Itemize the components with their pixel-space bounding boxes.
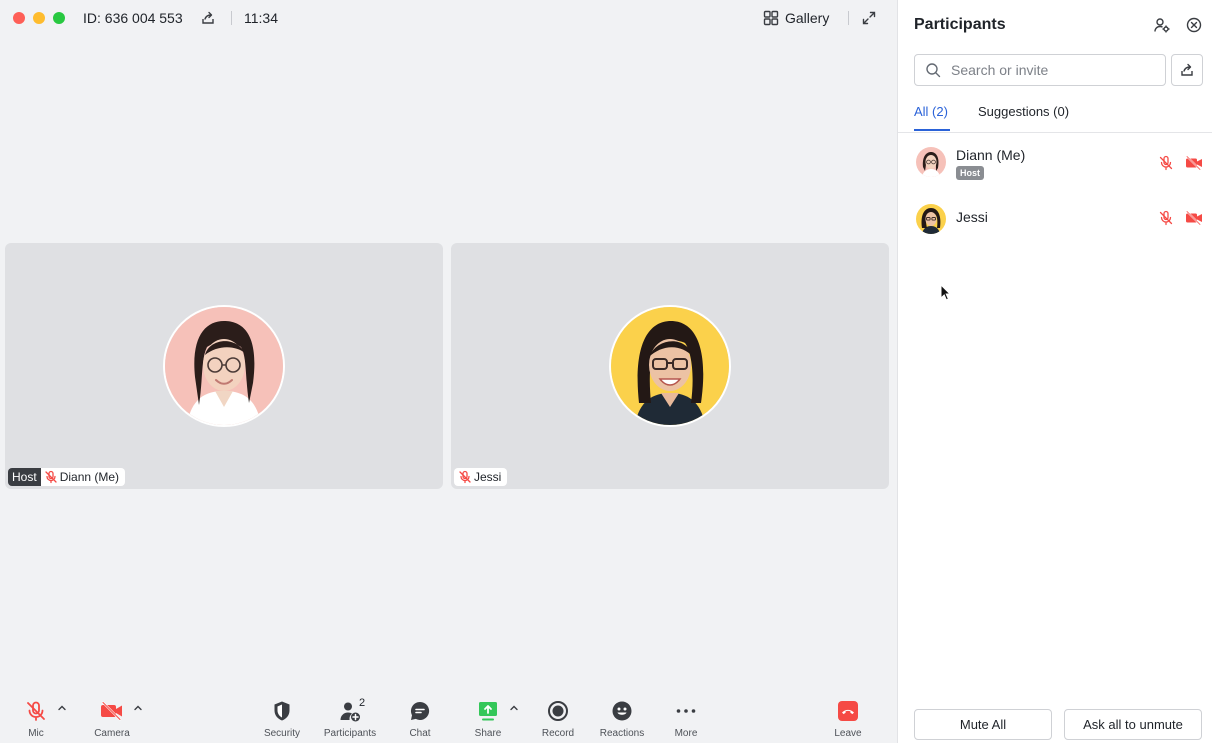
leave-button[interactable]: Leave: [818, 699, 878, 739]
fullscreen-icon[interactable]: [861, 10, 877, 26]
manage-participants-icon[interactable]: [1154, 17, 1170, 33]
participants-label: Participants: [323, 728, 377, 739]
mic-off-icon: [44, 470, 58, 484]
leave-label: Leave: [834, 728, 862, 739]
camera-label: Camera: [94, 728, 130, 739]
invite-share-button[interactable]: [1171, 54, 1203, 86]
active-tab-indicator: [914, 129, 950, 131]
share-icon: [1179, 62, 1195, 78]
chat-button[interactable]: Chat: [390, 699, 450, 739]
ask-all-to-unmute-button[interactable]: Ask all to unmute: [1064, 709, 1202, 740]
reactions-button[interactable]: Reactions: [592, 699, 652, 739]
tile-participant-name: Diann (Me): [59, 470, 120, 484]
window-close-button[interactable]: [13, 12, 25, 24]
mouse-cursor-icon: [940, 284, 952, 302]
leave-phone-icon: [837, 699, 859, 723]
meeting-id: ID: 636 004 553: [83, 10, 183, 26]
tab-all[interactable]: All (2): [914, 104, 948, 119]
mic-off-icon: [25, 699, 47, 723]
meeting-timer: 11:34: [244, 10, 278, 26]
tab-suggestions[interactable]: Suggestions (0): [978, 104, 1069, 119]
mic-off-icon[interactable]: [1158, 210, 1174, 226]
mic-label: Mic: [28, 728, 44, 739]
avatar: [163, 305, 285, 427]
tile-name-tag: Jessi: [454, 468, 508, 486]
tile-participant-name: Jessi: [474, 470, 502, 484]
chat-label: Chat: [409, 728, 431, 739]
share-icon[interactable]: [200, 10, 216, 26]
participants-icon: [339, 699, 361, 723]
gallery-icon: [763, 10, 779, 26]
mute-all-button[interactable]: Mute All: [914, 709, 1052, 740]
participant-row[interactable]: Diann (Me) Host: [898, 143, 1212, 183]
host-label: Host: [8, 468, 41, 486]
panel-title: Participants: [914, 16, 1006, 33]
search-box[interactable]: [914, 54, 1166, 86]
title-divider: [848, 11, 849, 25]
participants-button[interactable]: Participants: [320, 699, 380, 739]
security-label: Security: [263, 728, 301, 739]
shield-icon: [272, 699, 292, 723]
camera-off-icon[interactable]: [1185, 155, 1203, 171]
window-maximize-button[interactable]: [53, 12, 65, 24]
close-icon[interactable]: [1186, 17, 1202, 33]
camera-options-caret[interactable]: [133, 703, 143, 713]
reactions-icon: [611, 699, 633, 723]
window-minimize-button[interactable]: [33, 12, 45, 24]
video-tile-jessi[interactable]: Jessi: [451, 243, 889, 489]
participant-row[interactable]: Jessi: [898, 200, 1212, 240]
participant-name: Jessi: [956, 209, 988, 225]
camera-off-icon[interactable]: [1185, 210, 1203, 226]
participants-count-badge: 2: [359, 697, 366, 709]
search-icon: [925, 62, 941, 78]
avatar: [609, 305, 731, 427]
more-icon: [675, 699, 697, 723]
share-label: Share: [474, 728, 502, 739]
record-label: Record: [541, 728, 575, 739]
more-button[interactable]: More: [656, 699, 716, 739]
security-button[interactable]: Security: [252, 699, 312, 739]
avatar: [916, 147, 946, 177]
record-icon: [547, 699, 569, 723]
video-tile-diann[interactable]: Host Diann (Me): [5, 243, 443, 489]
title-divider: [231, 11, 232, 25]
host-badge: Host: [956, 166, 984, 180]
more-label: More: [674, 728, 698, 739]
mic-options-caret[interactable]: [57, 703, 67, 713]
tile-name-tag: Host Diann (Me): [8, 468, 126, 486]
mic-off-icon: [458, 470, 472, 484]
participants-panel: Participants All (2) Suggestions (0) Dia…: [897, 0, 1212, 743]
tile-name-chip: Jessi: [454, 468, 508, 486]
participant-name: Diann (Me): [956, 147, 1026, 163]
gallery-view-button[interactable]: Gallery: [763, 8, 829, 28]
chat-icon: [409, 699, 431, 723]
mic-off-icon[interactable]: [1158, 155, 1174, 171]
meeting-toolbar: Mic Camera Security Participants 2 Chat …: [0, 695, 897, 743]
record-button[interactable]: Record: [528, 699, 588, 739]
search-input[interactable]: [949, 61, 1153, 79]
tile-name-chip: Diann (Me): [40, 468, 126, 486]
share-options-caret[interactable]: [509, 703, 519, 713]
camera-off-icon: [100, 699, 124, 723]
avatar: [916, 204, 946, 234]
meeting-area: ID: 636 004 553 11:34 Gallery Host Diann…: [0, 0, 897, 743]
gallery-label: Gallery: [785, 10, 830, 26]
share-screen-icon: [477, 699, 499, 723]
title-bar: ID: 636 004 553 11:34 Gallery: [0, 0, 897, 36]
reactions-label: Reactions: [599, 728, 645, 739]
participant-tabs: All (2) Suggestions (0): [898, 96, 1212, 133]
